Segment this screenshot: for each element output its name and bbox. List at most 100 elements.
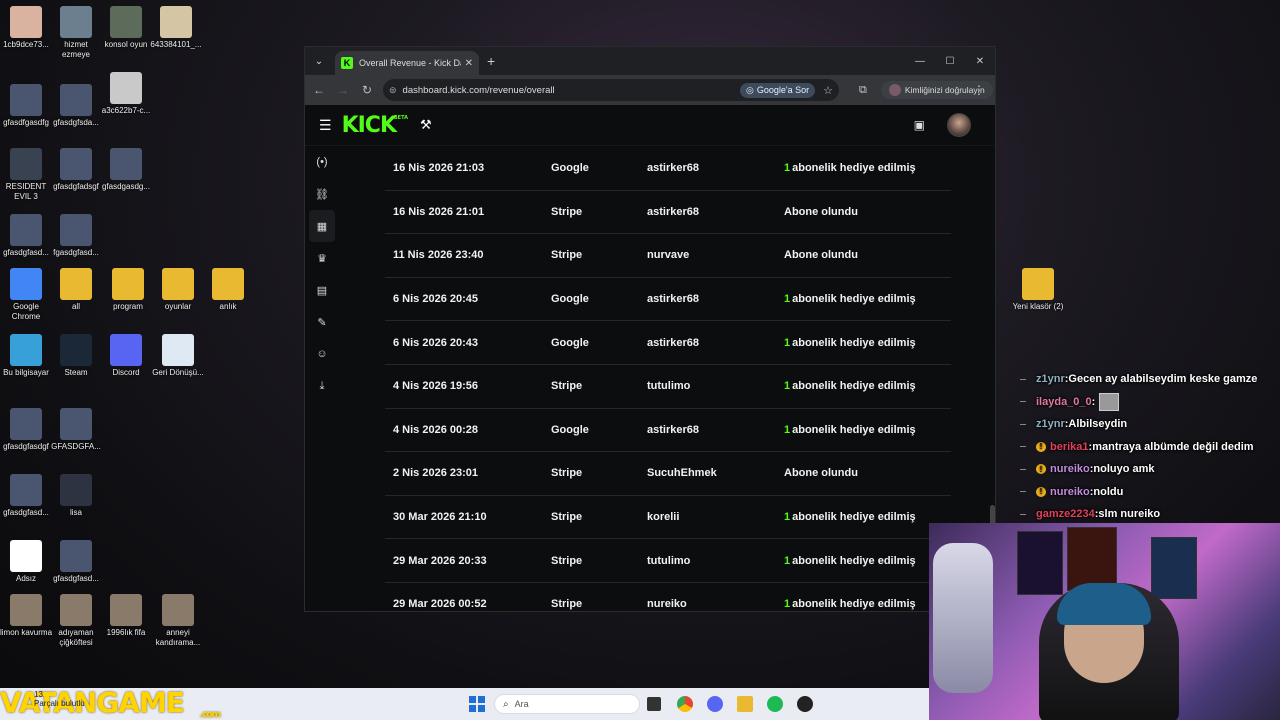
desktop-icon[interactable]: gfasdgfasd... bbox=[0, 474, 52, 518]
tab-overall-revenue[interactable]: K Overall Revenue - Kick Dashboard ✕ bbox=[335, 51, 479, 75]
bookmark-star-icon[interactable]: ☆ bbox=[823, 84, 833, 97]
link-icon[interactable]: ⛓ bbox=[305, 178, 339, 210]
type-label: abonelik hediye edilmiş bbox=[792, 598, 916, 611]
close-tab-icon[interactable]: ✕ bbox=[465, 58, 473, 69]
desktop-icon[interactable]: Yeni klasör (2) bbox=[1012, 268, 1064, 312]
minimize-icon[interactable]: — bbox=[905, 47, 935, 75]
desktop-icon[interactable]: konsol oyun bbox=[100, 6, 152, 50]
weather-widget[interactable]: 13 Parçalı bulutlu bbox=[34, 690, 85, 708]
desktop-icon[interactable]: Steam bbox=[50, 334, 102, 378]
download-icon[interactable]: ⤓ bbox=[305, 370, 339, 402]
explorer-taskbar-icon[interactable] bbox=[737, 696, 753, 712]
url-field[interactable]: ⊜ dashboard.kick.com/revenue/overall ◎ Go… bbox=[383, 79, 839, 101]
desktop-icon[interactable]: gfasdgfasd... bbox=[0, 214, 52, 258]
desktop-icon-image bbox=[110, 334, 142, 366]
desktop-icon[interactable]: hizmet ezmeye bbox=[50, 6, 102, 60]
desktop-icon[interactable]: Adsız bbox=[0, 540, 52, 584]
users-icon[interactable]: ☺ bbox=[305, 338, 339, 370]
desktop-icon[interactable]: gfasdgfadsgf bbox=[50, 148, 102, 192]
hamburger-menu-icon[interactable]: ☰ bbox=[319, 117, 332, 134]
desktop-icon[interactable]: gfasdfgasdfg bbox=[0, 84, 52, 128]
trophy-icon[interactable]: ♛ bbox=[305, 242, 339, 274]
desktop-icon[interactable]: Discord bbox=[100, 334, 152, 378]
task-view-icon[interactable] bbox=[647, 697, 661, 711]
site-info-icon[interactable]: ⊜ bbox=[389, 85, 397, 96]
obs-taskbar-icon[interactable] bbox=[797, 696, 813, 712]
browser-menu-icon[interactable]: ⋮ bbox=[973, 83, 985, 97]
row-date: 6 Nis 2026 20:45 bbox=[393, 293, 479, 306]
wrench-icon[interactable]: ✎ bbox=[305, 306, 339, 338]
desktop-icon[interactable]: lisa bbox=[50, 474, 102, 518]
poster bbox=[1067, 527, 1117, 591]
desktop-icon[interactable]: limon kavurma bbox=[0, 594, 52, 638]
desktop-icon[interactable]: oyunlar bbox=[152, 268, 204, 312]
desktop-icon[interactable]: Bu bilgisayar bbox=[0, 334, 52, 378]
poster bbox=[1017, 531, 1063, 595]
desktop-icon[interactable]: Google Chrome bbox=[0, 268, 52, 322]
desktop-icon[interactable]: a3c622b7-c... bbox=[100, 72, 152, 116]
chat-username: gamze2234 bbox=[1036, 508, 1095, 521]
desktop-icon[interactable]: RESIDENT EVIL 3 bbox=[0, 148, 52, 202]
maximize-icon[interactable]: ☐ bbox=[935, 47, 965, 75]
desktop-icon[interactable]: GFASDGFA... bbox=[50, 408, 102, 452]
reload-icon[interactable]: ↻ bbox=[355, 83, 379, 97]
tab-title: Overall Revenue - Kick Dashboard bbox=[359, 58, 461, 68]
desktop-icon-label: limon kavurma bbox=[0, 628, 53, 637]
windows-start-icon[interactable] bbox=[469, 696, 485, 712]
desktop-icon-label: 1cb9dce73... bbox=[3, 40, 49, 49]
desktop-icon[interactable]: Geri Dönüşü... bbox=[152, 334, 204, 378]
desktop-icon[interactable]: gfasdgfasd... bbox=[50, 540, 102, 584]
desktop-icon[interactable]: 1cb9dce73... bbox=[0, 6, 52, 50]
row-date: 2 Nis 2026 23:01 bbox=[393, 467, 479, 480]
discord-taskbar-icon[interactable] bbox=[707, 696, 723, 712]
creator-tools-icon[interactable]: ⚒ bbox=[420, 117, 432, 133]
row-type: 1 abonelik hediye edilmiş bbox=[784, 511, 951, 523]
media-icon[interactable]: ▤ bbox=[305, 274, 339, 306]
desktop-icon[interactable]: adıyaman çiğköftesi bbox=[50, 594, 102, 648]
desktop-icon[interactable]: anneyi kandırama... bbox=[152, 594, 204, 648]
search-placeholder: Ara bbox=[514, 699, 529, 709]
desktop-icon-image bbox=[60, 214, 92, 246]
desktop-icon-image bbox=[110, 72, 142, 104]
desktop-icon[interactable]: gfasdgfasdgf bbox=[0, 408, 52, 452]
chrome-taskbar-icon[interactable] bbox=[677, 696, 693, 712]
desktop-icon-label: GFASDGFA... bbox=[51, 442, 101, 451]
row-provider: Stripe bbox=[551, 380, 583, 393]
desktop-icon[interactable]: fgasdgfasd... bbox=[50, 214, 102, 258]
row-type: Abone olundu bbox=[784, 467, 951, 479]
taskbar-search[interactable]: ⌕ Ara bbox=[494, 694, 640, 714]
row-date: 16 Nis 2026 21:01 bbox=[393, 205, 485, 218]
desktop-icon[interactable]: 1996lık fifa bbox=[100, 594, 152, 638]
type-label: abonelik hediye edilmiş bbox=[792, 380, 916, 393]
google-sor-label: Google'a Sor bbox=[756, 85, 810, 95]
live-icon[interactable]: (•) bbox=[305, 146, 339, 178]
chat-username: nureiko bbox=[1050, 485, 1090, 498]
desktop-icon[interactable]: 643384101_... bbox=[150, 6, 202, 50]
chat-username: berika1 bbox=[1050, 440, 1089, 453]
desktop-icon-image bbox=[10, 594, 42, 626]
row-type: 1 abonelik hediye edilmiş bbox=[784, 162, 951, 174]
tab-search-icon[interactable]: ⌄ bbox=[309, 51, 329, 71]
forward-icon[interactable]: → bbox=[331, 83, 355, 97]
close-window-icon[interactable]: ✕ bbox=[965, 47, 995, 75]
row-date: 16 Nis 2026 21:03 bbox=[393, 162, 485, 175]
desktop-icon[interactable]: anlık bbox=[202, 268, 254, 312]
revenue-icon[interactable]: ▦ bbox=[309, 210, 335, 242]
sub-badge-icon: ! bbox=[1036, 486, 1046, 497]
weather-temp: 13 bbox=[34, 690, 43, 699]
back-icon[interactable]: ← bbox=[307, 83, 331, 97]
kick-logo[interactable]: KICK BETA bbox=[342, 113, 408, 138]
desktop-icon[interactable]: all bbox=[50, 268, 102, 312]
desktop-icon[interactable]: gfasdgfsda... bbox=[50, 84, 102, 128]
extensions-icon[interactable]: ⧉ bbox=[859, 84, 867, 97]
desktop-icon[interactable]: program bbox=[102, 268, 154, 312]
desktop-icon[interactable]: gfasdgasdg... bbox=[100, 148, 152, 192]
spotify-taskbar-icon[interactable] bbox=[767, 696, 783, 712]
row-type: 1 abonelik hediye edilmiş bbox=[784, 337, 951, 349]
google-sor-button[interactable]: ◎ Google'a Sor bbox=[740, 82, 816, 98]
user-avatar[interactable] bbox=[947, 113, 971, 137]
row-type: 1 abonelik hediye edilmiş bbox=[784, 555, 951, 567]
new-tab-icon[interactable]: + bbox=[487, 53, 495, 69]
type-label: Abone olundu bbox=[784, 249, 858, 262]
stream-manager-icon[interactable]: ▣ bbox=[914, 118, 925, 132]
